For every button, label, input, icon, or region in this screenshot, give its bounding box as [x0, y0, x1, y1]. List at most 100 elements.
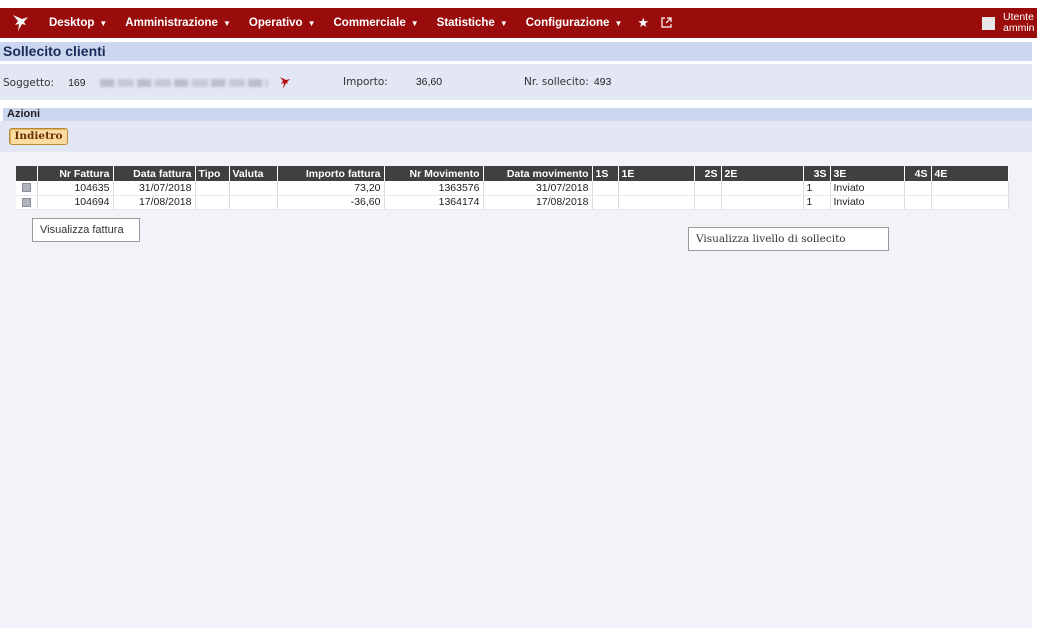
- view-invoice-tooltip: Visualizza fattura: [32, 218, 140, 242]
- menu-statistiche[interactable]: Statistiche ▼: [428, 17, 517, 29]
- table-row[interactable]: 104694 17/08/2018 -36,60 1364174 17/08/2…: [16, 195, 1009, 210]
- sollecito-value: 493: [593, 76, 612, 88]
- menu-operativo-label: Operativo: [248, 17, 303, 29]
- user-menu[interactable]: Utente ammin: [982, 8, 1037, 38]
- col-header-1s[interactable]: 1S: [592, 166, 619, 181]
- user-info: Utente ammin: [1003, 12, 1037, 34]
- cell-4e: [931, 181, 1009, 196]
- menu-desktop[interactable]: Desktop ▼: [40, 17, 116, 29]
- importo-label: Importo:: [343, 76, 388, 88]
- cell-4s: [904, 195, 932, 210]
- actions-section-title: Azioni: [3, 108, 1032, 121]
- soggetto-name-redacted: [99, 79, 268, 87]
- cell-nr-movimento: 1364174: [384, 195, 484, 210]
- cell-1s: [592, 195, 619, 210]
- chevron-down-icon: ▼: [614, 18, 623, 28]
- chevron-down-icon: ▼: [410, 18, 419, 28]
- star-icon[interactable]: ★: [631, 15, 655, 31]
- sollecito-label: Nr. sollecito:: [524, 76, 589, 88]
- main-menu: Desktop ▼ Amministrazione ▼ Operativo ▼ Com…: [40, 15, 678, 31]
- customer-link-icon[interactable]: [278, 76, 292, 90]
- importo-value: 36,60: [415, 76, 443, 88]
- cell-data-movimento: 31/07/2018: [483, 181, 593, 196]
- cell-tipo: [195, 181, 230, 196]
- col-header-tipo[interactable]: Tipo: [195, 166, 230, 181]
- col-header-3e[interactable]: 3E: [830, 166, 905, 181]
- document-icon[interactable]: [21, 183, 31, 193]
- table-header-row: Nr Fattura Data fattura Tipo Valuta Impo…: [16, 166, 1009, 181]
- cell-3s[interactable]: 1: [803, 181, 831, 196]
- user-avatar-icon: [982, 16, 995, 30]
- chevron-down-icon: ▼: [222, 18, 231, 28]
- actions-panel: Indietro: [0, 121, 1032, 152]
- cell-1s: [592, 181, 619, 196]
- cell-nr-fattura: 104694: [37, 195, 114, 210]
- menu-amministrazione-label: Amministrazione: [125, 17, 218, 29]
- col-header-4e[interactable]: 4E: [931, 166, 1009, 181]
- menu-commerciale[interactable]: Commerciale ▼: [325, 17, 428, 29]
- cell-importo-fattura: 73,20: [277, 181, 385, 196]
- document-icon[interactable]: [21, 197, 31, 207]
- col-header-1e[interactable]: 1E: [618, 166, 695, 181]
- chevron-down-icon: ▼: [99, 18, 108, 28]
- col-header-icon: [16, 166, 38, 181]
- soggetto-label: Soggetto:: [3, 77, 55, 89]
- soggetto-field: Soggetto: 169: [3, 76, 292, 90]
- cell-3e[interactable]: Inviato: [830, 181, 905, 196]
- back-button[interactable]: Indietro: [9, 128, 68, 145]
- invoice-table: Nr Fattura Data fattura Tipo Valuta Impo…: [16, 166, 1009, 210]
- menu-desktop-label: Desktop: [49, 17, 95, 29]
- cell-2e: [721, 181, 804, 196]
- top-navigation-bar: Desktop ▼ Amministrazione ▼ Operativo ▼ Com…: [0, 8, 1037, 38]
- cell-4e: [931, 195, 1009, 210]
- col-header-data-movimento[interactable]: Data movimento: [483, 166, 593, 181]
- page-title: Sollecito clienti: [0, 42, 1032, 61]
- chevron-down-icon: ▼: [307, 18, 316, 28]
- cell-2s: [694, 181, 722, 196]
- cell-1e: [618, 195, 695, 210]
- cell-2e: [721, 195, 804, 210]
- cell-3s[interactable]: 1: [803, 195, 831, 210]
- app-logo-icon[interactable]: [0, 8, 40, 38]
- cell-data-fattura: 31/07/2018: [113, 181, 196, 196]
- col-header-importo-fattura[interactable]: Importo fattura: [277, 166, 385, 181]
- menu-commerciale-label: Commerciale: [333, 17, 406, 29]
- menu-operativo[interactable]: Operativo ▼: [240, 17, 325, 29]
- row-detail-cell[interactable]: [16, 181, 38, 196]
- content-area: [0, 152, 1032, 628]
- col-header-2e[interactable]: 2E: [721, 166, 804, 181]
- menu-configurazione-label: Configurazione: [525, 17, 610, 29]
- external-link-icon[interactable]: [655, 16, 678, 31]
- col-header-nr-fattura[interactable]: Nr Fattura: [37, 166, 114, 181]
- col-header-valuta[interactable]: Valuta: [229, 166, 278, 181]
- soggetto-value: 169: [68, 77, 86, 89]
- view-reminder-level-tooltip: Visualizza livello di sollecito: [688, 227, 889, 251]
- cell-3e[interactable]: Inviato: [830, 195, 905, 210]
- menu-amministrazione[interactable]: Amministrazione ▼: [116, 17, 240, 29]
- chevron-down-icon: ▼: [499, 18, 508, 28]
- cell-nr-movimento: 1363576: [384, 181, 484, 196]
- cell-valuta: [229, 181, 278, 196]
- col-header-3s[interactable]: 3S: [803, 166, 831, 181]
- cell-data-movimento: 17/08/2018: [483, 195, 593, 210]
- row-detail-cell[interactable]: [16, 195, 38, 210]
- col-header-2s[interactable]: 2S: [694, 166, 722, 181]
- sollecito-field: Nr. sollecito: 493: [524, 76, 611, 88]
- cell-data-fattura: 17/08/2018: [113, 195, 196, 210]
- col-header-4s[interactable]: 4S: [904, 166, 932, 181]
- cell-1e: [618, 181, 695, 196]
- cell-2s: [694, 195, 722, 210]
- menu-configurazione[interactable]: Configurazione ▼: [517, 17, 632, 29]
- col-header-nr-movimento[interactable]: Nr Movimento: [384, 166, 484, 181]
- table-row[interactable]: 104635 31/07/2018 73,20 1363576 31/07/20…: [16, 181, 1009, 196]
- cell-4s: [904, 181, 932, 196]
- cell-nr-fattura: 104635: [37, 181, 114, 196]
- info-panel: Soggetto: 169 Importo: 36,60 Nr. solleci…: [0, 64, 1032, 100]
- user-name: ammin: [1003, 22, 1035, 34]
- menu-statistiche-label: Statistiche: [436, 17, 495, 29]
- cell-tipo: [195, 195, 230, 210]
- cell-importo-fattura: -36,60: [277, 195, 385, 210]
- col-header-data-fattura[interactable]: Data fattura: [113, 166, 196, 181]
- importo-field: Importo: 36,60: [343, 76, 442, 88]
- cell-valuta: [229, 195, 278, 210]
